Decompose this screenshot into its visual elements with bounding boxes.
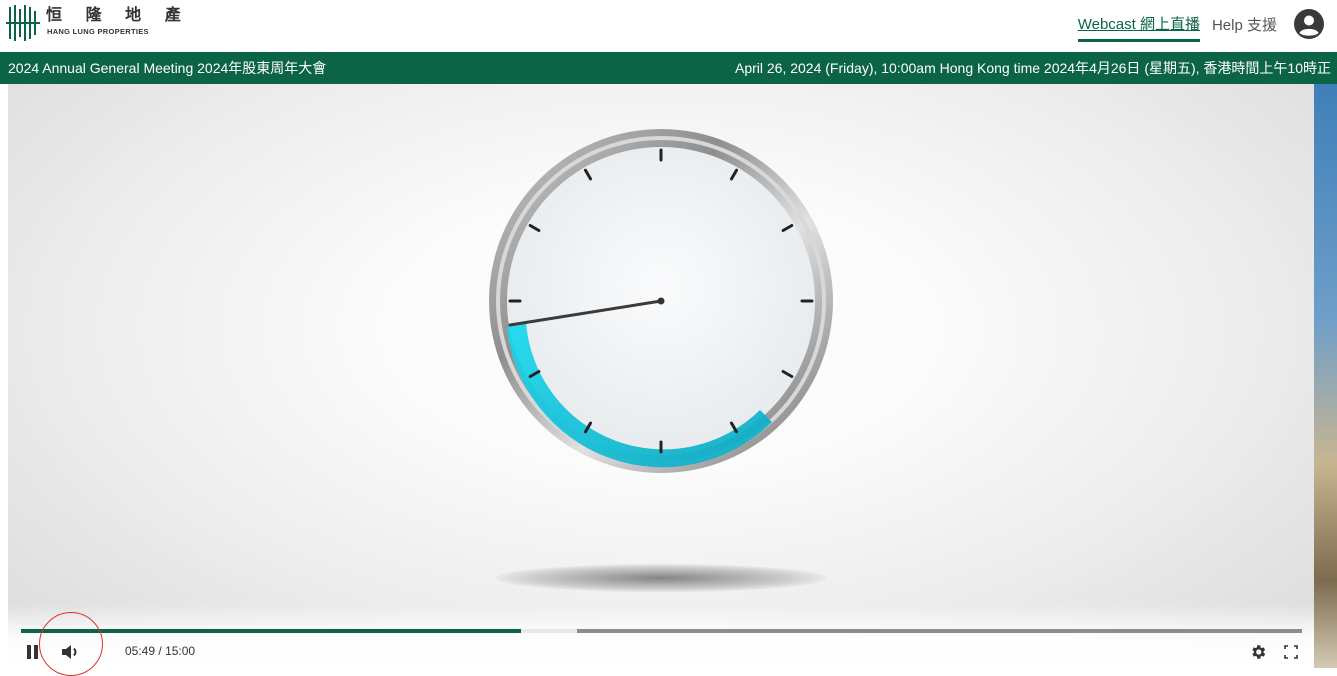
nav-webcast-link[interactable]: Webcast 網上直播 <box>1077 13 1201 42</box>
video-player-area[interactable] <box>8 84 1314 668</box>
volume-icon[interactable] <box>61 644 81 660</box>
seek-bar-remaining <box>576 629 1302 633</box>
fullscreen-icon[interactable] <box>1284 645 1298 659</box>
seek-bar-played <box>21 629 521 633</box>
seek-bar[interactable] <box>21 629 1302 633</box>
event-datetime: April 26, 2024 (Friday), 10:00am Hong Ko… <box>734 60 1331 76</box>
gear-icon[interactable] <box>1249 643 1267 661</box>
side-background-strip <box>1314 84 1337 668</box>
controls-backdrop <box>8 604 1314 668</box>
site-header: 恒 隆 地 產 Hang Lung Properties Webcast 網上直… <box>0 0 1337 52</box>
pause-icon[interactable] <box>27 645 39 659</box>
duration: 15:00 <box>165 644 196 658</box>
time-display: 05:49 / 15:00 <box>125 644 195 658</box>
time-separator: / <box>158 644 162 658</box>
countdown-clock-graphic <box>489 129 833 473</box>
account-circle-icon[interactable] <box>1293 8 1325 40</box>
logo-english-text: Hang Lung Properties <box>47 27 149 36</box>
current-time: 05:49 <box>125 644 156 658</box>
logo-mark-icon <box>6 5 40 41</box>
event-title-bar: 2024 Annual General Meeting 2024年股東周年大會 … <box>0 52 1337 84</box>
clock-floor-shadow <box>496 564 826 592</box>
hang-lung-logo[interactable]: 恒 隆 地 產 Hang Lung Properties <box>6 3 206 43</box>
event-title: 2024 Annual General Meeting 2024年股東周年大會 <box>8 60 327 76</box>
nav-help-link[interactable]: Help 支援 <box>1212 14 1277 35</box>
top-nav: Webcast 網上直播 Help 支援 <box>1077 6 1325 42</box>
logo-chinese-text: 恒 隆 地 產 <box>46 5 190 24</box>
